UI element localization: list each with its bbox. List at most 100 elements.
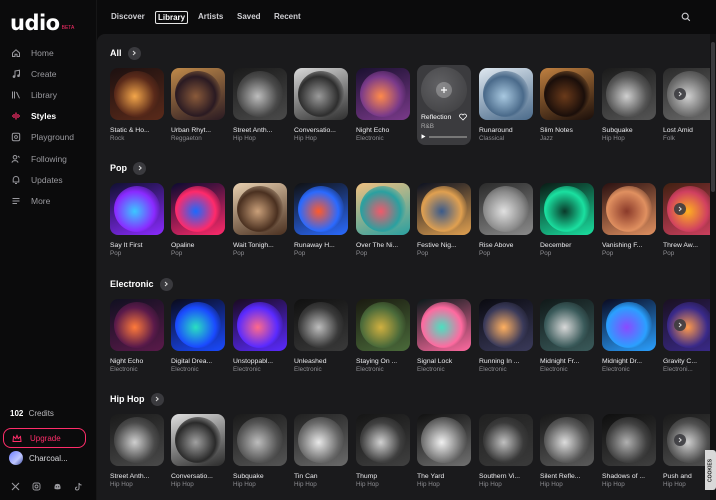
song-card[interactable]: Midnight Dr... Electronic xyxy=(602,299,656,373)
add-icon[interactable] xyxy=(436,82,452,98)
chevron-right-icon[interactable] xyxy=(150,392,164,406)
song-card[interactable]: Shadows of ... Hip Hop xyxy=(602,414,656,488)
song-card[interactable]: Unstoppabl... Electronic xyxy=(233,299,287,373)
progress-bar[interactable] xyxy=(429,136,467,138)
card-title: Running In ... xyxy=(479,358,520,365)
cover-art xyxy=(479,183,533,235)
scroll-right-icon[interactable] xyxy=(674,434,686,446)
song-card[interactable]: Night Echo Electronic xyxy=(356,68,410,142)
song-card[interactable]: Runaround Classical xyxy=(479,68,533,142)
section-title[interactable]: Electronic xyxy=(110,279,154,289)
sidebar-item-create[interactable]: Create xyxy=(0,63,97,84)
scroll-right-icon[interactable] xyxy=(674,88,686,100)
card-genre: Hip Hop xyxy=(233,135,256,142)
scrollbar[interactable] xyxy=(710,34,716,500)
song-card[interactable]: Subquake Hip Hop xyxy=(602,68,656,142)
song-card[interactable]: Midnight Fr... Electronic xyxy=(540,299,594,373)
song-card[interactable]: Silent Refle... Hip Hop xyxy=(540,414,594,488)
cover-art-disc xyxy=(114,71,160,117)
song-card[interactable]: Wait Tonigh... Pop xyxy=(233,183,287,257)
song-card[interactable]: Urban Rhyt... Reggaeton xyxy=(171,68,225,142)
section-title[interactable]: Pop xyxy=(110,163,127,173)
play-icon[interactable] xyxy=(421,134,426,139)
cover-art xyxy=(663,299,710,351)
song-card[interactable]: Threw Aw... Pop xyxy=(663,183,710,257)
song-card[interactable]: Over The Ni... Pop xyxy=(356,183,410,257)
udio-logo[interactable]: udio BETA xyxy=(10,10,74,34)
cover-art xyxy=(294,68,348,120)
section-title[interactable]: Hip Hop xyxy=(110,394,145,404)
tab-recent[interactable]: Recent xyxy=(272,11,303,22)
song-card[interactable]: Night Echo Electronic xyxy=(110,299,164,373)
chevron-right-icon[interactable] xyxy=(127,46,141,60)
song-card[interactable]: Vanishing F... Pop xyxy=(602,183,656,257)
x-icon[interactable] xyxy=(11,482,20,491)
song-card[interactable]: Static & Ho... Rock xyxy=(110,68,164,142)
card-genre: Hip Hop xyxy=(602,481,625,488)
song-card[interactable]: Festive Nig... Pop xyxy=(417,183,471,257)
song-card[interactable]: Thump Hip Hop xyxy=(356,414,410,488)
song-card[interactable]: Digital Drea... Electronic xyxy=(171,299,225,373)
sidebar-item-following[interactable]: Following xyxy=(0,148,97,169)
card-genre: Electronic xyxy=(540,366,568,373)
section-title[interactable]: All xyxy=(110,48,122,58)
search-icon[interactable] xyxy=(681,12,691,22)
cover-art xyxy=(663,68,710,120)
song-card[interactable]: The Yard Hip Hop xyxy=(417,414,471,488)
user-profile[interactable]: Charcoal... xyxy=(9,451,68,465)
sidebar-item-styles[interactable]: Styles xyxy=(0,106,97,127)
scroll-right-icon[interactable] xyxy=(674,203,686,215)
chevron-right-icon[interactable] xyxy=(159,277,173,291)
cover-art-disc xyxy=(360,302,406,348)
section-header: Pop xyxy=(110,161,146,175)
cover-art xyxy=(479,414,533,466)
song-card[interactable]: Gravity C... Electroni... xyxy=(663,299,710,373)
song-card[interactable]: Conversatio... Hip Hop xyxy=(171,414,225,488)
tab-artists[interactable]: Artists xyxy=(196,11,225,22)
song-card[interactable]: Signal Lock Electronic xyxy=(417,299,471,373)
sidebar-item-library[interactable]: Library xyxy=(0,84,97,105)
heart-icon[interactable] xyxy=(459,113,467,121)
song-card[interactable]: Rise Above Pop xyxy=(479,183,533,257)
card-title: Runaround xyxy=(479,127,513,134)
scrollbar-thumb[interactable] xyxy=(711,42,715,192)
song-card[interactable]: Lost Amid Folk xyxy=(663,68,710,142)
sidebar-item-home[interactable]: Home xyxy=(0,42,97,63)
song-card[interactable]: December Pop xyxy=(540,183,594,257)
song-card-hovered[interactable]: Reflection R&B xyxy=(417,65,471,145)
song-card[interactable]: Southern Vi... Hip Hop xyxy=(479,414,533,488)
sidebar-item-playground[interactable]: Playground xyxy=(0,127,97,148)
song-card[interactable]: Street Anth... Hip Hop xyxy=(233,68,287,142)
song-card[interactable]: Running In ... Electronic xyxy=(479,299,533,373)
card-title: Opaline xyxy=(171,242,195,249)
song-card[interactable]: Runaway H... Pop xyxy=(294,183,348,257)
sidebar-item-more[interactable]: More xyxy=(0,190,97,211)
tab-library[interactable]: Library xyxy=(155,11,189,24)
song-card[interactable]: Opaline Pop xyxy=(171,183,225,257)
upgrade-button[interactable]: Upgrade xyxy=(3,428,86,448)
song-card[interactable]: Push and Hip Hop xyxy=(663,414,710,488)
cover-art xyxy=(233,414,287,466)
card-genre: Pop xyxy=(233,250,245,257)
cover-art xyxy=(294,183,348,235)
cover-art-disc xyxy=(175,417,221,463)
tab-saved[interactable]: Saved xyxy=(235,11,263,22)
song-card[interactable]: Staying On ... Electronic xyxy=(356,299,410,373)
tab-discover[interactable]: Discover xyxy=(109,11,147,22)
chevron-right-icon[interactable] xyxy=(133,161,146,175)
song-card[interactable]: Conversatio... Hip Hop xyxy=(294,68,348,142)
card-genre: Hip Hop xyxy=(294,135,317,142)
song-card[interactable]: Say It First Pop xyxy=(110,183,164,257)
discord-icon[interactable] xyxy=(53,482,62,491)
scroll-right-icon[interactable] xyxy=(674,319,686,331)
song-card[interactable]: Unleashed Electronic xyxy=(294,299,348,373)
song-card[interactable]: Tin Can Hip Hop xyxy=(294,414,348,488)
sidebar-item-updates[interactable]: Updates xyxy=(0,169,97,190)
song-card[interactable]: Subquake Hip Hop xyxy=(233,414,287,488)
cookies-button[interactable]: COOKIES xyxy=(705,450,716,490)
song-card[interactable]: Slim Notes Jazz xyxy=(540,68,594,142)
song-card[interactable]: Street Anth... Hip Hop xyxy=(110,414,164,488)
cover-art-disc xyxy=(237,186,283,232)
instagram-icon[interactable] xyxy=(32,482,41,491)
tiktok-icon[interactable] xyxy=(74,482,83,491)
